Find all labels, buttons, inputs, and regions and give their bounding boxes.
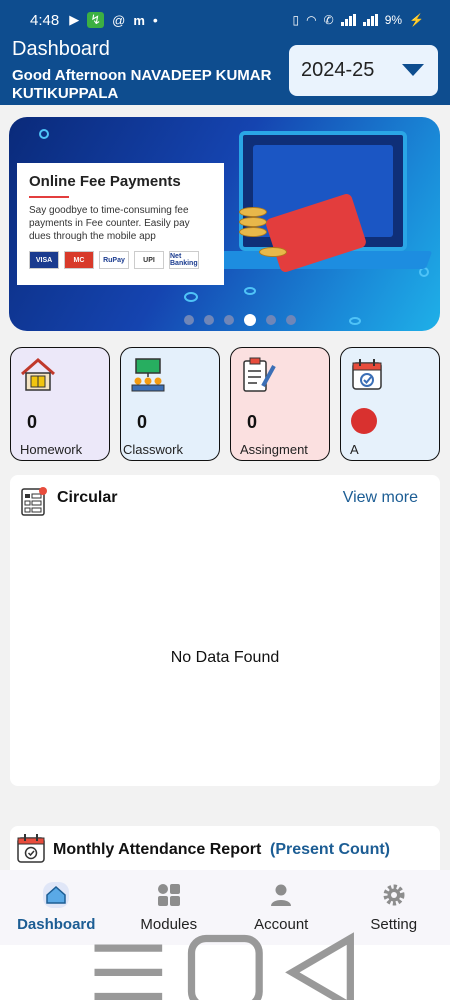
banner-divider (29, 196, 69, 198)
wifi-icon: ◠ (306, 13, 317, 27)
netbanking-logo: Net Banking (169, 251, 199, 269)
battery-icon: ⚡ (409, 13, 424, 27)
year-select[interactable]: 2024-25 (289, 45, 438, 96)
homework-label: Homework (20, 442, 83, 457)
recent-apps-icon[interactable] (80, 924, 177, 1000)
fee-info-box: Online Fee Payments Say goodbye to time-… (17, 163, 224, 285)
status-dot (351, 408, 377, 434)
grid-icon (157, 884, 180, 906)
promo-banner[interactable]: Online Fee Payments Say goodbye to time-… (9, 117, 440, 331)
home-icon (43, 882, 70, 908)
carousel-dot[interactable] (285, 315, 296, 325)
page-title: Dashboard (12, 38, 110, 60)
tile-homework[interactable]: 0 Homework (10, 347, 110, 461)
assignment-label: Assingment (240, 442, 308, 457)
decor-node (184, 292, 198, 302)
more-notifications-icon: • (152, 12, 158, 28)
attendance-tile-label: A (350, 442, 359, 457)
tile-assignment[interactable]: 0 Assingment (230, 347, 330, 461)
tile-attendance[interactable]: A (340, 347, 440, 461)
payment-logos: VISA MC RuPay UPI Net Banking (29, 251, 212, 269)
mastercard-logo: MC (64, 251, 94, 269)
app-header: 4:48 ▶ ↯ @ m • ▯ ◠ ✆ 9% ⚡ Dashboard Good… (0, 0, 450, 105)
circular-document-icon (21, 487, 47, 516)
banner-text: Say goodbye to time-consuming fee paymen… (29, 205, 190, 242)
upi-logo: UPI (134, 251, 164, 269)
app-notification-icon: ↯ (87, 12, 105, 28)
clipboard-pencil-icon (243, 357, 276, 392)
status-time: 4:48 (30, 11, 60, 29)
call-icon: ✆ (323, 13, 334, 27)
chevron-down-icon (402, 64, 424, 76)
calendar-check-icon (17, 834, 45, 863)
homework-count: 0 (27, 412, 38, 432)
carousel-dot[interactable] (265, 315, 276, 325)
carousel-dot[interactable] (223, 315, 234, 325)
coin-icon (239, 207, 267, 217)
carousel-dot-active[interactable] (243, 314, 256, 326)
view-more-link[interactable]: View more (343, 489, 418, 507)
carousel-dot[interactable] (203, 315, 214, 325)
vibrate-icon: ▯ (292, 13, 300, 27)
person-icon (271, 884, 292, 906)
carousel-dot[interactable] (183, 315, 194, 325)
m-app-icon: m (133, 12, 145, 28)
coin-icon (239, 227, 267, 237)
banner-heading: Online Fee Payments (29, 173, 181, 190)
signal-icon (340, 14, 356, 26)
year-select-value: 2024-25 (301, 59, 375, 81)
classroom-icon (131, 358, 165, 392)
back-icon[interactable] (273, 924, 370, 1000)
system-nav-bar (0, 932, 450, 1000)
tile-classwork[interactable]: 0 Classwork (120, 347, 220, 461)
coin-icon (239, 217, 267, 227)
visa-logo: VISA (29, 251, 59, 269)
attendance-report-subtitle: (Present Count) (270, 841, 390, 858)
carousel-dots (9, 314, 440, 326)
classwork-label: Classwork (123, 442, 183, 457)
greeting-text: Good Afternoon NAVADEEP KUMAR KUTIKUPPAL… (12, 67, 272, 102)
house-book-icon (21, 358, 55, 391)
status-bar: 4:48 ▶ ↯ @ m • ▯ ◠ ✆ 9% ⚡ (0, 0, 450, 40)
gear-icon (383, 884, 405, 906)
threads-icon: @ (112, 12, 126, 28)
empty-state-text: No Data Found (170, 649, 280, 666)
circular-card: Circular View more No Data Found (10, 475, 440, 786)
circular-title: Circular (57, 489, 118, 506)
coin-icon (259, 247, 287, 257)
decor-node (39, 129, 49, 139)
attendance-report-title: Monthly Attendance Report (53, 841, 262, 858)
home-square-icon[interactable] (177, 924, 274, 1000)
rupay-logo: RuPay (99, 251, 129, 269)
calendar-check-icon (352, 359, 382, 390)
battery-text: 9% (384, 13, 403, 27)
nav-setting-label: Setting (370, 916, 418, 933)
attendance-report-card[interactable]: Monthly Attendance Report (Present Count… (10, 826, 440, 876)
play-icon: ▶ (69, 12, 80, 27)
decor-node (244, 287, 256, 295)
signal-icon-2 (362, 14, 378, 26)
classwork-count: 0 (137, 412, 148, 432)
assignment-count: 0 (247, 412, 258, 432)
